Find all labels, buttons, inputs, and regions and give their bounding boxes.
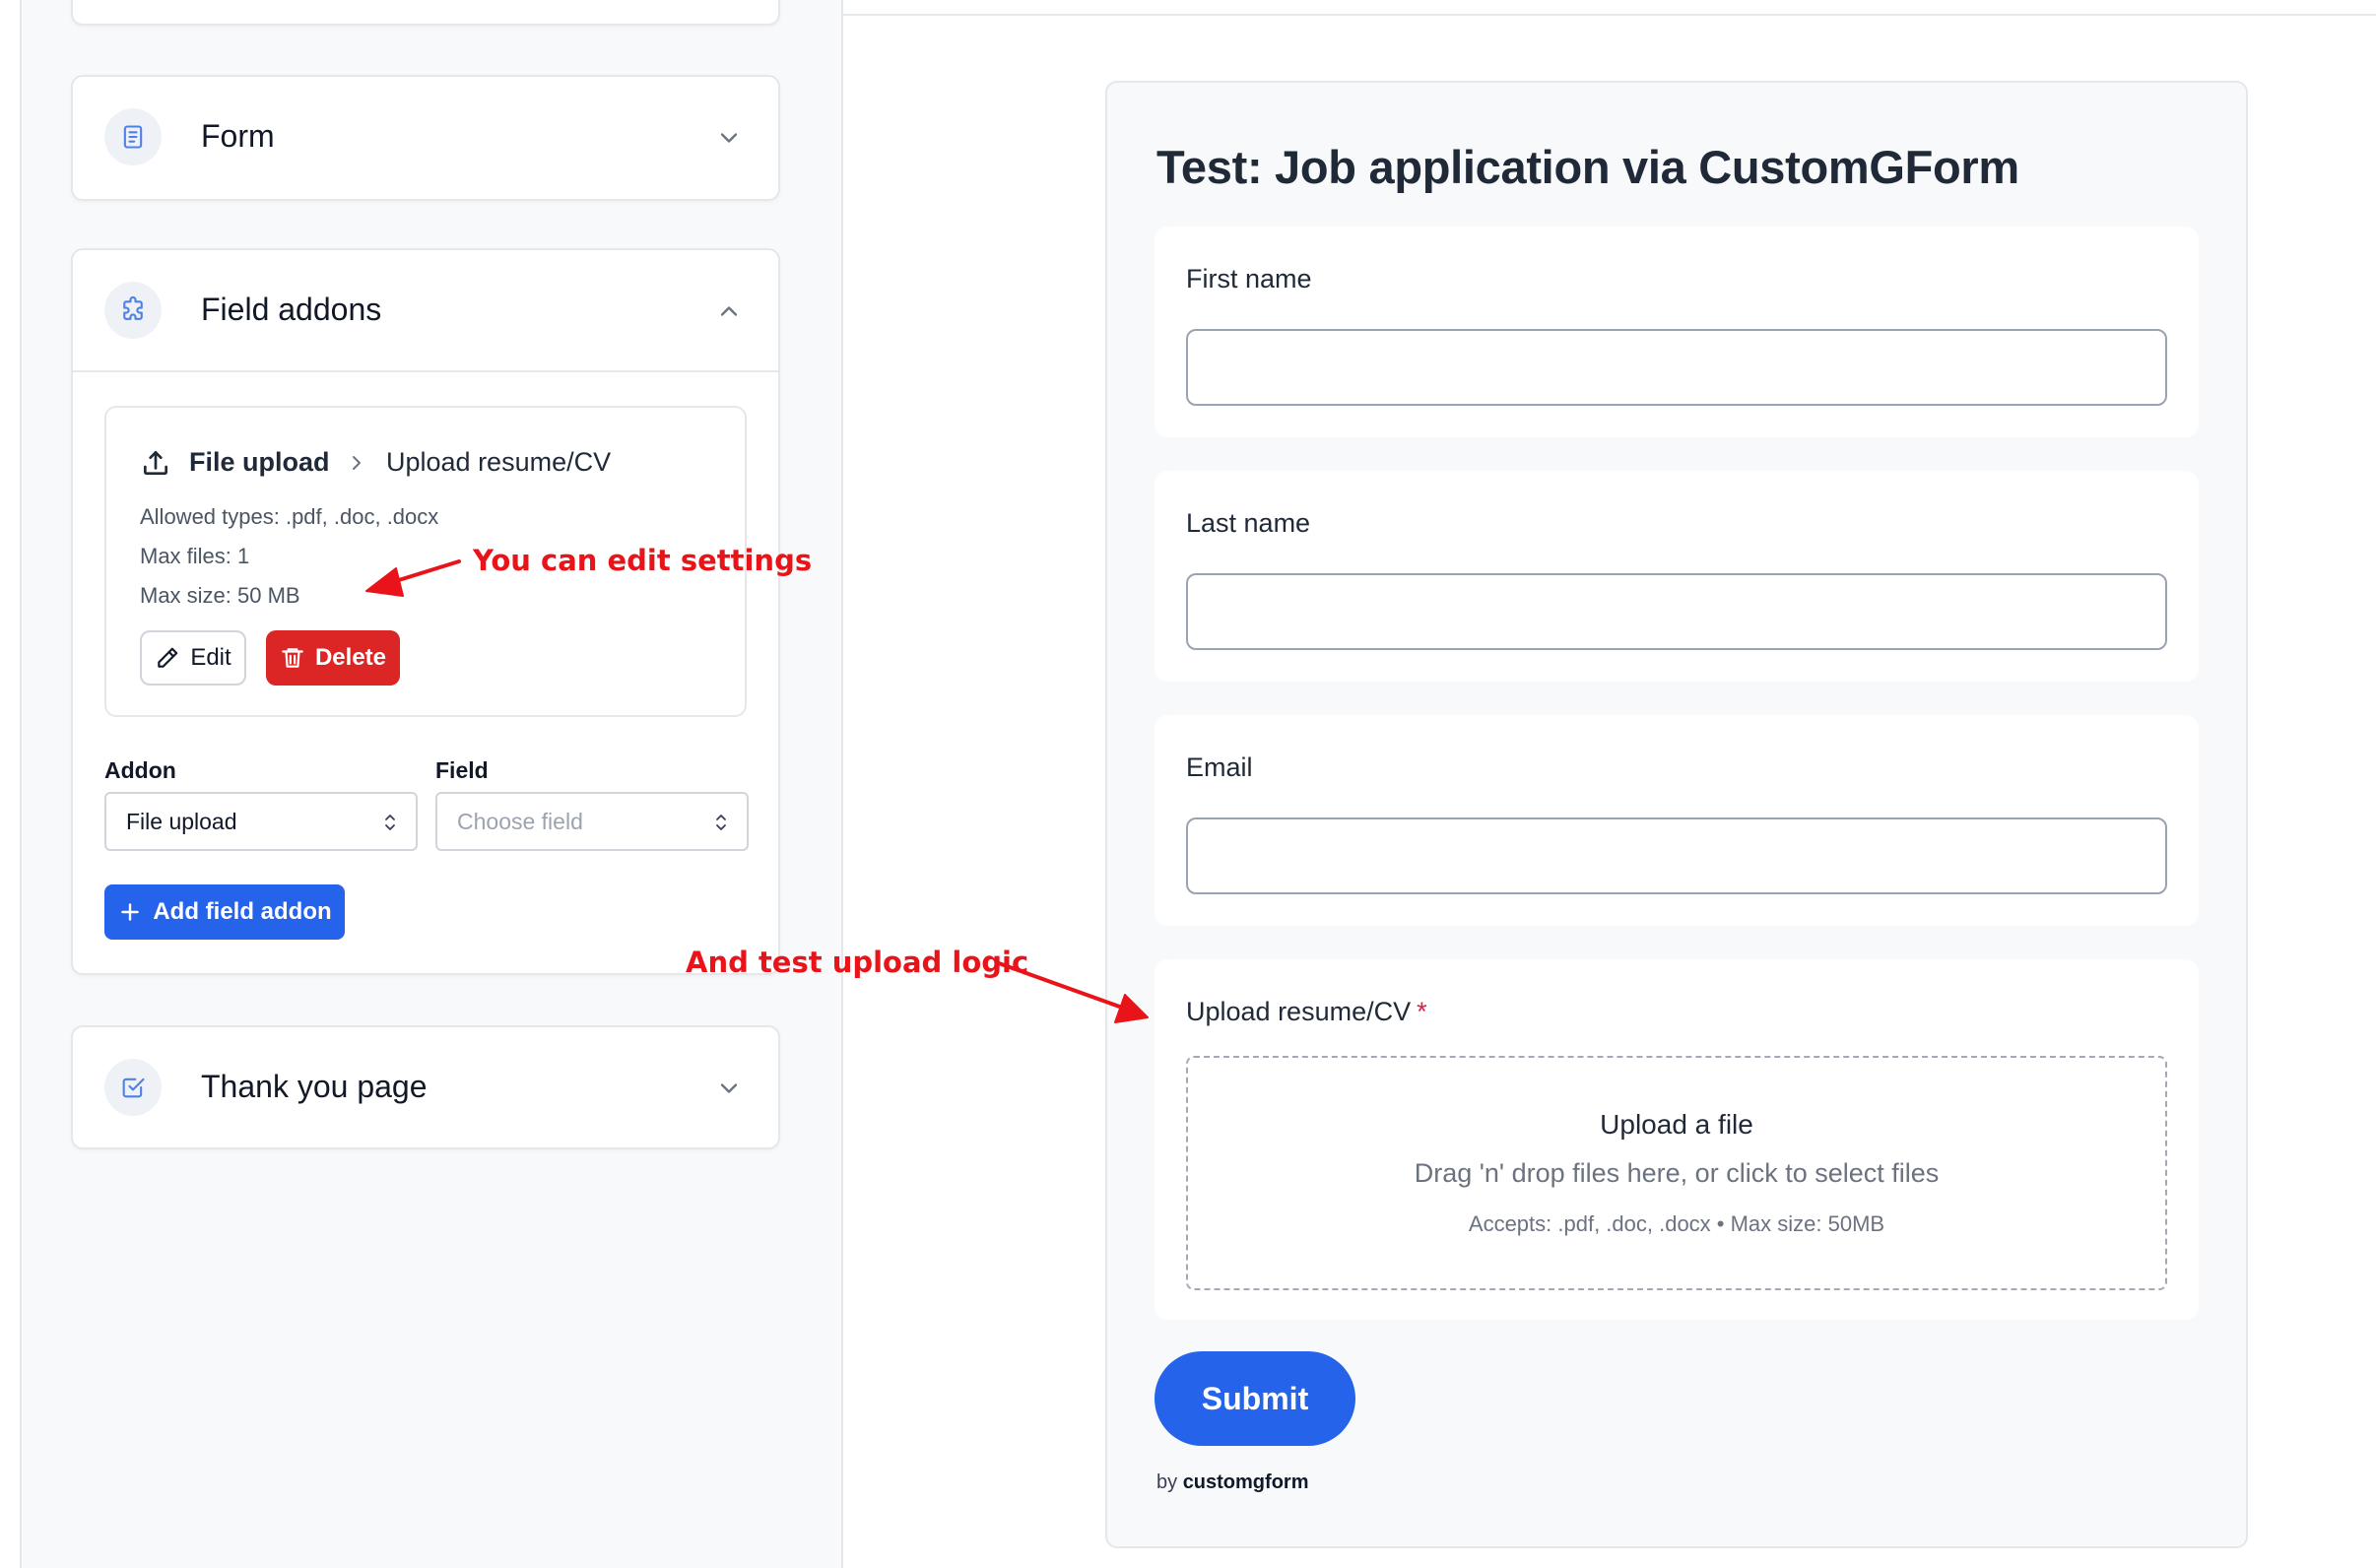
addon-target-field: Upload resume/CV: [386, 447, 612, 477]
addon-select[interactable]: File upload: [104, 792, 418, 851]
addon-select-value: File upload: [126, 808, 237, 834]
top-divider: [843, 14, 2376, 16]
edit-addon-button[interactable]: Edit: [140, 630, 246, 686]
dropzone-subtitle: Drag 'n' drop files here, or click to se…: [1414, 1158, 1940, 1188]
section-form-header[interactable]: Form: [73, 77, 778, 199]
section-field-addons-header[interactable]: Field addons: [73, 250, 778, 372]
add-field-addon-label: Add field addon: [153, 898, 332, 925]
section-form: Form: [71, 75, 780, 201]
field-select-placeholder: Choose field: [457, 808, 583, 834]
annotation-test-upload: And test upload logic: [686, 946, 1029, 979]
section-field-addons-title: Field addons: [201, 292, 382, 327]
last-name-input[interactable]: [1186, 573, 2167, 650]
dropzone-meta: Accepts: .pdf, .doc, .docx • Max size: 5…: [1468, 1211, 1885, 1236]
powered-by: by customgform: [1156, 1471, 1308, 1494]
max-size-text: Max size: 50 MB: [140, 583, 300, 608]
powered-by-prefix: by: [1156, 1471, 1178, 1493]
last-name-label: Last name: [1186, 508, 1311, 538]
allowed-types-text: Allowed types: .pdf, .doc, .docx: [140, 504, 439, 529]
first-name-label: First name: [1186, 264, 1312, 294]
required-marker: *: [1417, 997, 1427, 1026]
section-thank-you: Thank you page: [71, 1025, 780, 1149]
upload-icon: [144, 451, 167, 475]
chevron-up-icon[interactable]: [715, 297, 743, 325]
plus-icon: [121, 903, 140, 921]
email-label: Email: [1186, 752, 1253, 782]
field-card-first-name: First name: [1155, 227, 2199, 437]
addon-select-label: Addon: [104, 757, 176, 783]
field-card-email: Email: [1155, 715, 2199, 926]
chevron-down-icon[interactable]: [715, 1075, 743, 1102]
field-card-upload: Upload resume/CV * Upload a file Drag 'n'…: [1155, 959, 2199, 1320]
document-icon: [104, 108, 162, 165]
powered-by-brand[interactable]: customgform: [1183, 1471, 1309, 1493]
edit-addon-label: Edit: [190, 644, 231, 671]
check-square-icon: [104, 1059, 162, 1116]
delete-addon-label: Delete: [314, 644, 387, 671]
max-files-text: Max files: 1: [140, 544, 250, 568]
submit-button[interactable]: Submit: [1155, 1351, 1355, 1446]
form-title: Test: Job application via CustomGForm: [1156, 141, 2019, 193]
pencil-icon: [158, 647, 178, 668]
section-field-addons: Field addons File upload Upload resume/C…: [71, 248, 780, 975]
chevron-right-icon: [353, 456, 361, 470]
previous-section-card: [71, 0, 780, 26]
addon-type-name: File upload: [189, 447, 330, 477]
select-arrows-icon: [385, 815, 395, 830]
settings-panel: Form Field addons File upload Upload res…: [20, 0, 843, 1568]
delete-addon-button[interactable]: Delete: [266, 630, 400, 686]
section-form-title: Form: [201, 118, 275, 154]
chevron-down-icon[interactable]: [715, 124, 743, 152]
section-thank-you-header[interactable]: Thank you page: [73, 1027, 778, 1149]
field-select-label: Field: [435, 757, 489, 783]
file-dropzone[interactable]: Upload a file Drag 'n' drop files here, …: [1186, 1056, 2167, 1290]
upload-label: Upload resume/CV *: [1186, 997, 1427, 1027]
email-input[interactable]: [1186, 817, 2167, 894]
form-preview: Test: Job application via CustomGForm Fi…: [1105, 81, 2248, 1548]
select-arrows-icon: [716, 815, 726, 830]
first-name-input[interactable]: [1186, 329, 2167, 406]
upload-label-text: Upload resume/CV: [1186, 997, 1412, 1026]
annotation-edit-settings: You can edit settings: [473, 544, 813, 577]
trash-icon: [282, 648, 303, 668]
dropzone-title: Upload a file: [1600, 1109, 1753, 1140]
add-field-addon-button[interactable]: Add field addon: [104, 884, 345, 940]
field-select[interactable]: Choose field: [435, 792, 749, 851]
section-thank-you-title: Thank you page: [201, 1069, 428, 1104]
puzzle-icon: [104, 282, 162, 339]
field-card-last-name: Last name: [1155, 471, 2199, 682]
